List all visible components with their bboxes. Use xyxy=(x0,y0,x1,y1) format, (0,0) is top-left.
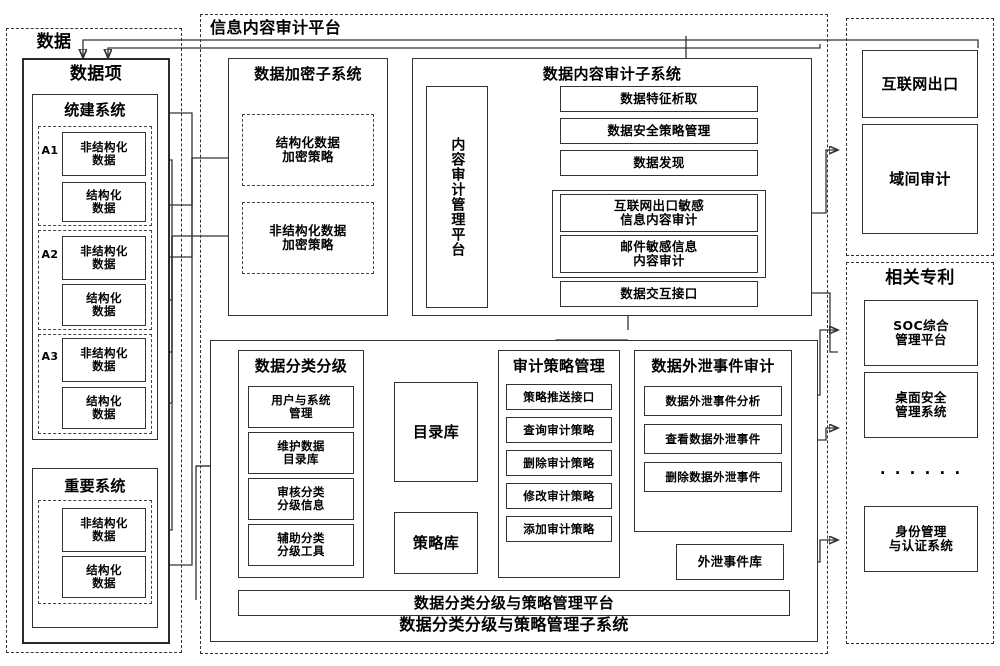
diagram-canvas: 数据 数据项 统建系统 A1 非结构化 数据 结构化 数据 A2 非结构化 数据… xyxy=(0,0,1000,666)
a2-unstructured-data: 非结构化 数据 xyxy=(62,236,146,280)
inter-domain-audit-box: 域间审计 xyxy=(862,124,978,234)
unified-system-label: 统建系统 xyxy=(64,100,126,119)
patent-desktop-security: 桌面安全 管理系统 xyxy=(864,372,978,438)
leak-item-delete: 删除数据外泄事件 xyxy=(644,462,782,492)
patent-identity-management: 身份管理 与认证系统 xyxy=(864,506,978,572)
leak-item-view: 查看数据外泄事件 xyxy=(644,424,782,454)
policy-item-delete: 删除审计策略 xyxy=(506,450,612,476)
module-data-feature-extraction: 数据特征析取 xyxy=(560,86,758,112)
content-audit-subsystem-title: 数据内容审计子系统 xyxy=(542,64,682,83)
data-item-label: 数据项 xyxy=(69,64,123,85)
important-structured-data: 结构化 数据 xyxy=(62,556,146,598)
leak-event-repository: 外泄事件库 xyxy=(676,544,784,580)
classification-item-user-system-management: 用户与系统 管理 xyxy=(248,386,354,428)
classification-item-maintain-catalog: 维护数据 目录库 xyxy=(248,432,354,474)
patents-ellipsis: · · · · · · xyxy=(879,463,963,482)
policy-repository: 策略库 xyxy=(394,512,478,574)
important-unstructured-data: 非结构化 数据 xyxy=(62,508,146,552)
important-system-label: 重要系统 xyxy=(64,476,126,495)
data-outer-label: 数据 xyxy=(36,32,72,53)
classification-item-assist-tool: 辅助分类 分级工具 xyxy=(248,524,354,566)
data-classification-title: 数据分类分级 xyxy=(254,356,348,375)
patents-title: 相关专利 xyxy=(885,268,955,289)
encryption-subsystem xyxy=(228,58,388,316)
a1-structured-data: 结构化 数据 xyxy=(62,182,146,222)
catalog-repository: 目录库 xyxy=(394,382,478,482)
module-data-security-policy-management: 数据安全策略管理 xyxy=(560,118,758,144)
policy-item-query: 查询审计策略 xyxy=(506,417,612,443)
encryption-subsystem-title: 数据加密子系统 xyxy=(254,64,362,83)
leak-audit-title: 数据外泄事件审计 xyxy=(651,356,775,375)
structured-encryption-policy: 结构化数据 加密策略 xyxy=(242,114,374,186)
group-a2-tag: A2 xyxy=(41,247,59,261)
internet-exit-sensitive-audit: 互联网出口敏感 信息内容审计 xyxy=(560,194,758,232)
content-audit-management-platform: 内容审计管理平台 xyxy=(426,86,488,308)
policy-item-add: 添加审计策略 xyxy=(506,516,612,542)
unstructured-encryption-policy: 非结构化数据 加密策略 xyxy=(242,202,374,274)
platform-title: 信息内容审计平台 xyxy=(210,18,342,38)
classification-item-review-info: 审核分类 分级信息 xyxy=(248,478,354,520)
a3-unstructured-data: 非结构化 数据 xyxy=(62,338,146,382)
data-exchange-interface: 数据交互接口 xyxy=(560,281,758,307)
classification-platform-bar: 数据分类分级与策略管理平台 xyxy=(238,590,790,616)
internet-exit-box: 互联网出口 xyxy=(862,50,978,118)
a1-unstructured-data: 非结构化 数据 xyxy=(62,132,146,176)
a3-structured-data: 结构化 数据 xyxy=(62,387,146,429)
policy-item-push-interface: 策略推送接口 xyxy=(506,384,612,410)
patent-soc-platform: SOC综合 管理平台 xyxy=(864,300,978,366)
mail-sensitive-audit: 邮件敏感信息 内容审计 xyxy=(560,235,758,273)
a2-structured-data: 结构化 数据 xyxy=(62,284,146,326)
module-data-discovery: 数据发现 xyxy=(560,150,758,176)
policy-management-title: 审计策略管理 xyxy=(512,356,606,375)
group-a1-tag: A1 xyxy=(41,143,59,157)
policy-item-modify: 修改审计策略 xyxy=(506,483,612,509)
group-a3-tag: A3 xyxy=(41,349,59,363)
leak-item-analysis: 数据外泄事件分析 xyxy=(644,386,782,416)
content-audit-management-platform-label: 内容审计管理平台 xyxy=(449,137,466,257)
